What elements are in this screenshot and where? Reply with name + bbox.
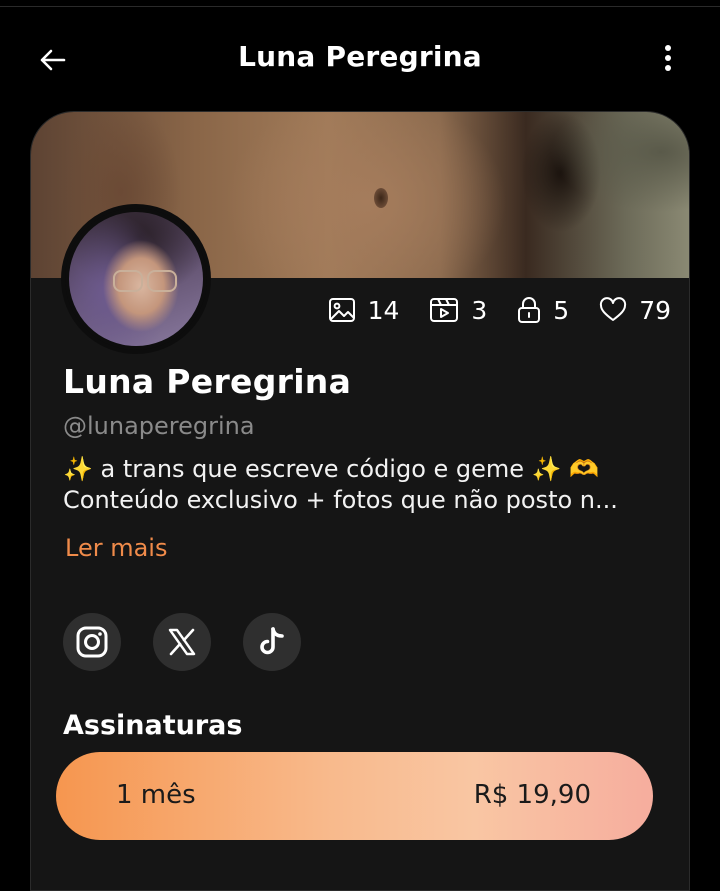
top-divider (0, 6, 720, 7)
top-bar: Luna Peregrina (0, 20, 720, 100)
heart-icon (600, 297, 627, 321)
instagram-button[interactable] (63, 613, 121, 671)
profile-stats: 14 3 5 79 (328, 290, 671, 330)
stat-videos-count: 3 (471, 295, 488, 325)
more-options-button[interactable] (650, 38, 686, 82)
avatar-detail-right (147, 270, 177, 292)
instagram-icon (76, 626, 108, 658)
stat-photos: 14 (328, 295, 400, 325)
cover-detail (374, 188, 388, 208)
stat-likes-count: 79 (639, 295, 671, 325)
profile-name: Luna Peregrina (63, 362, 352, 401)
more-vertical-icon (665, 45, 671, 71)
profile-handle: @lunaperegrina (63, 412, 255, 440)
avatar-detail-left (113, 270, 143, 292)
plan-price: R$ 19,90 (473, 780, 591, 810)
stat-likes: 79 (599, 296, 671, 325)
stat-photos-count: 14 (367, 295, 400, 325)
lock-icon (518, 297, 541, 323)
read-more-link[interactable]: Ler mais (65, 534, 167, 562)
social-links (63, 613, 333, 671)
stat-videos: 3 (429, 296, 487, 325)
x-icon (168, 628, 196, 656)
image-icon (328, 298, 355, 322)
video-icon (430, 298, 459, 322)
avatar[interactable] (69, 212, 203, 346)
profile-bio-line-1: ✨ a trans que escreve código e geme ✨ 🫶 (63, 455, 600, 483)
stat-locked: 5 (517, 296, 569, 325)
x-button[interactable] (153, 613, 211, 671)
page-title: Luna Peregrina (238, 40, 482, 73)
stat-locked-count: 5 (553, 295, 570, 325)
subscriptions-title: Assinaturas (63, 710, 243, 741)
tiktok-button[interactable] (243, 613, 301, 671)
back-button[interactable] (30, 40, 74, 80)
arrow-left-icon (40, 49, 66, 71)
tiktok-icon (260, 627, 284, 655)
avatar-frame (61, 204, 211, 354)
profile-card: 14 3 5 79 Luna Peregrina @lunaperegrina … (30, 111, 690, 891)
subscription-plan-button[interactable]: 1 mês R$ 19,90 (56, 752, 653, 840)
profile-bio-line-2: Conteúdo exclusivo + fotos que não posto… (63, 486, 618, 514)
plan-duration: 1 mês (116, 780, 196, 810)
